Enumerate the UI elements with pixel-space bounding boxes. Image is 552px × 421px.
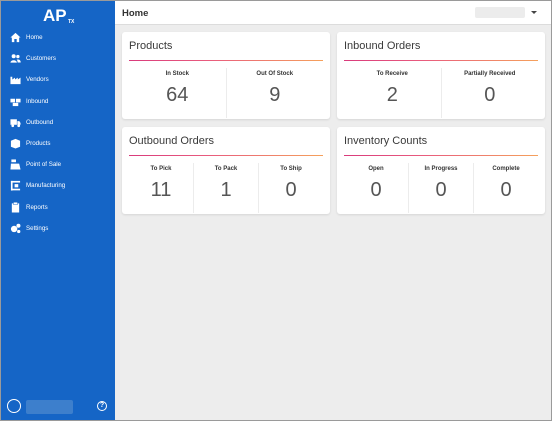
stat-label: To Pick	[150, 166, 172, 172]
stat-out-of-stock[interactable]: Out Of Stock 9	[225, 68, 324, 118]
home-icon	[9, 32, 21, 44]
sidebar-item-home[interactable]: Home	[1, 27, 115, 48]
account-menu-redacted[interactable]	[475, 7, 525, 18]
sidebar-item-reports[interactable]: Reports	[1, 197, 115, 218]
user-name-redacted	[26, 400, 73, 414]
sidebar-item-inbound[interactable]: Inbound	[1, 91, 115, 112]
sidebar: AP TX Home Customers Vendors Inbound Out…	[1, 1, 115, 420]
outbound-orders-card: Outbound Orders To Pick 11 To Pack 1 To …	[122, 127, 330, 214]
sidebar-item-vendors[interactable]: Vendors	[1, 69, 115, 90]
sidebar-item-label: Home	[26, 34, 43, 42]
truck-icon	[9, 116, 21, 128]
sidebar-item-label: Inbound	[26, 97, 49, 105]
stat-value: 0	[285, 179, 297, 201]
card-stats: To Pick 11 To Pack 1 To Ship 0	[129, 163, 323, 213]
card-divider	[344, 60, 538, 62]
stat-value: 9	[269, 84, 281, 106]
card-title: Outbound Orders	[129, 135, 214, 147]
stat-label: To Receive	[376, 71, 408, 77]
card-title: Products	[129, 40, 173, 52]
stat-label: To Pack	[214, 166, 238, 172]
app-logo[interactable]: AP TX	[41, 5, 81, 25]
stat-complete[interactable]: Complete 0	[473, 163, 538, 213]
stat-label: Partially Received	[464, 71, 516, 77]
sidebar-item-outbound[interactable]: Outbound	[1, 112, 115, 133]
pallet-icon	[9, 180, 21, 192]
chevron-down-icon[interactable]	[531, 11, 537, 14]
stat-partially-received[interactable]: Partially Received 0	[440, 68, 539, 118]
clipboard-icon	[9, 201, 21, 213]
stat-label: Out Of Stock	[256, 71, 294, 77]
top-bar: Home	[115, 1, 551, 25]
card-divider	[129, 155, 323, 157]
stat-value: 1	[220, 179, 232, 201]
card-divider	[344, 155, 538, 157]
sidebar-item-products[interactable]: Products	[1, 133, 115, 154]
sidebar-item-label: Products	[26, 140, 51, 148]
cash-register-icon	[9, 159, 21, 171]
sidebar-item-label: Reports	[26, 203, 48, 211]
sidebar-item-label: Customers	[26, 55, 56, 63]
card-stats: Open 0 In Progress 0 Complete 0	[344, 163, 538, 213]
card-title: Inbound Orders	[344, 40, 421, 52]
svg-text:TX: TX	[68, 19, 75, 25]
sidebar-item-settings[interactable]: Settings	[1, 218, 115, 239]
box-icon	[9, 138, 21, 150]
sidebar-item-label: Settings	[26, 224, 49, 232]
help-icon[interactable]: ?	[97, 401, 107, 411]
stat-to-pick[interactable]: To Pick 11	[129, 163, 193, 213]
sidebar-item-label: Outbound	[26, 118, 54, 126]
factory-icon	[9, 74, 21, 86]
stat-value: 64	[166, 84, 189, 106]
stat-label: To Ship	[280, 166, 302, 172]
stat-label: In Progress	[424, 166, 458, 172]
inbound-orders-card: Inbound Orders To Receive 2 Partially Re…	[337, 32, 545, 119]
sidebar-item-manufacturing[interactable]: Manufacturing	[1, 175, 115, 196]
svg-text:AP: AP	[43, 6, 67, 25]
stat-value: 11	[150, 179, 172, 201]
sidebar-footer: ?	[1, 392, 115, 420]
user-avatar-icon[interactable]	[7, 399, 21, 413]
stat-in-stock[interactable]: In Stock 64	[129, 68, 226, 118]
products-card: Products In Stock 64 Out Of Stock 9	[122, 32, 330, 119]
stat-label: In Stock	[165, 71, 189, 77]
stat-value: 0	[435, 179, 447, 201]
stat-value: 0	[500, 179, 512, 201]
card-title: Inventory Counts	[344, 135, 428, 147]
stat-to-receive[interactable]: To Receive 2	[344, 68, 441, 118]
stat-value: 0	[370, 179, 382, 201]
sidebar-item-label: Vendors	[26, 76, 49, 84]
users-icon	[9, 53, 21, 65]
sidebar-item-label: Point of Sale	[26, 161, 62, 169]
stat-label: Open	[368, 166, 384, 172]
stat-value: 0	[484, 84, 496, 106]
stat-open[interactable]: Open 0	[344, 163, 408, 213]
app-frame: AP TX Home Customers Vendors Inbound Out…	[0, 0, 552, 421]
stat-value: 2	[386, 84, 398, 106]
sidebar-item-customers[interactable]: Customers	[1, 48, 115, 69]
stat-to-ship[interactable]: To Ship 0	[258, 163, 323, 213]
gears-icon	[9, 222, 21, 234]
inventory-counts-card: Inventory Counts Open 0 In Progress 0 Co…	[337, 127, 545, 214]
card-stats: In Stock 64 Out Of Stock 9	[129, 68, 323, 118]
boxes-icon	[9, 95, 21, 107]
page-title: Home	[122, 8, 149, 19]
sidebar-item-label: Manufacturing	[26, 182, 66, 190]
card-stats: To Receive 2 Partially Received 0	[344, 68, 538, 118]
stat-in-progress[interactable]: In Progress 0	[408, 163, 473, 213]
stat-label: Complete	[492, 166, 520, 172]
sidebar-nav: Home Customers Vendors Inbound Outbound …	[1, 27, 115, 239]
card-divider	[129, 60, 323, 62]
stat-to-pack[interactable]: To Pack 1	[193, 163, 258, 213]
sidebar-item-point-of-sale[interactable]: Point of Sale	[1, 154, 115, 175]
